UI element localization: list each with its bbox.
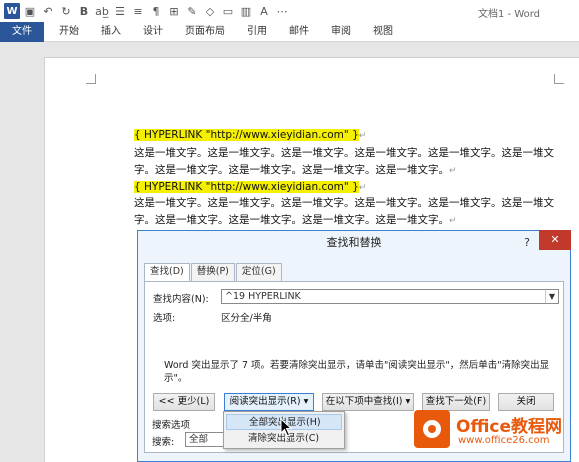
tab-find[interactable]: 查找(D) bbox=[144, 263, 190, 282]
customize-icon[interactable]: ⋯ bbox=[274, 3, 290, 19]
tab-goto[interactable]: 定位(G) bbox=[235, 263, 282, 281]
quick-access-toolbar: W ▣ ↶ ↻ B ab̲ ☰ ≡ ¶ ⊞ ✎ ◇ ▭ ▥ A ⋯ bbox=[4, 3, 290, 19]
undo-icon[interactable]: ↶ bbox=[40, 3, 56, 19]
mouse-cursor-icon bbox=[280, 418, 293, 437]
redo-icon[interactable]: ↻ bbox=[58, 3, 74, 19]
paragraph-mark: ↵ bbox=[449, 216, 457, 226]
dialog-title: 查找和替换 bbox=[138, 231, 570, 255]
tab-layout[interactable]: 页面布局 bbox=[174, 22, 236, 42]
highlight-icon[interactable]: ab̲ bbox=[94, 3, 110, 19]
find-in-button[interactable]: 在以下项中查找(I) ▾ bbox=[322, 393, 414, 411]
chevron-down-icon[interactable]: ▼ bbox=[545, 290, 558, 303]
options-label: 选项: bbox=[153, 313, 176, 324]
font-size-icon[interactable]: A bbox=[256, 3, 272, 19]
reading-highlight-button[interactable]: 阅读突出显示(R) ▾ bbox=[224, 393, 314, 411]
field-code: { HYPERLINK "http://www.xieyidian.com" } bbox=[134, 181, 359, 193]
search-value: 全部 bbox=[189, 434, 209, 445]
help-button[interactable]: ? bbox=[524, 236, 530, 249]
save-icon[interactable]: ▣ bbox=[22, 3, 38, 19]
status-message: Word 突出显示了 7 项。若要清除突出显示，请单击"阅读突出显示"，然后单击… bbox=[164, 360, 550, 384]
paragraph-mark: ↵ bbox=[358, 183, 367, 193]
paragraph-icon[interactable]: ¶ bbox=[148, 3, 164, 19]
close-icon[interactable]: ✕ bbox=[539, 230, 571, 250]
title-bar: W ▣ ↶ ↻ B ab̲ ☰ ≡ ¶ ⊞ ✎ ◇ ▭ ▥ A ⋯ 文档1 - … bbox=[0, 0, 579, 22]
tab-design[interactable]: 设计 bbox=[132, 22, 174, 42]
tab-replace[interactable]: 替换(P) bbox=[190, 263, 235, 281]
brand-name: Office教程网 bbox=[456, 417, 563, 437]
watermark-logo: Office教程网 www.office26.com bbox=[414, 402, 574, 458]
dialog-tabs: 查找(D) 替换(P) 定位(G) bbox=[144, 263, 283, 282]
margin-mark-left bbox=[86, 74, 96, 84]
find-input[interactable]: ^19 HYPERLINK ▼ bbox=[221, 289, 559, 304]
table-icon[interactable]: ⊞ bbox=[166, 3, 182, 19]
tab-file[interactable]: 文件 bbox=[0, 22, 44, 42]
bold-icon[interactable]: B bbox=[76, 3, 92, 19]
paragraph-mark: ↵ bbox=[358, 131, 367, 141]
tab-home[interactable]: 开始 bbox=[48, 22, 90, 42]
options-value: 区分全/半角 bbox=[221, 313, 272, 324]
word-logo-icon: W bbox=[4, 3, 20, 19]
bullets-icon[interactable]: ☰ bbox=[112, 3, 128, 19]
field-code-line[interactable]: { HYPERLINK "http://www.xieyidian.com" }… bbox=[134, 127, 366, 144]
window-title: 文档1 - Word bbox=[478, 9, 541, 20]
chart-icon[interactable]: ▥ bbox=[238, 3, 254, 19]
less-button[interactable]: << 更少(L) bbox=[153, 393, 215, 411]
ribbon-tabs: 文件 开始 插入 设计 页面布局 引用 邮件 审阅 视图 bbox=[0, 22, 579, 42]
numbering-icon[interactable]: ≡ bbox=[130, 3, 146, 19]
text-run: 字。这是一堆文字。这是一堆文字。这是一堆文字。这是一堆文字。 bbox=[134, 164, 449, 176]
draw-icon[interactable]: ✎ bbox=[184, 3, 200, 19]
field-code-line[interactable]: { HYPERLINK "http://www.xieyidian.com" }… bbox=[134, 179, 366, 196]
tab-review[interactable]: 审阅 bbox=[320, 22, 362, 42]
paragraph-mark: ↵ bbox=[449, 166, 457, 176]
picture-icon[interactable]: ▭ bbox=[220, 3, 236, 19]
search-label: 搜索: bbox=[152, 437, 175, 448]
find-value: ^19 HYPERLINK bbox=[225, 291, 301, 302]
shapes-icon[interactable]: ◇ bbox=[202, 3, 218, 19]
text-line[interactable]: 字。这是一堆文字。这是一堆文字。这是一堆文字。这是一堆文字。↵ bbox=[134, 212, 457, 229]
tab-view[interactable]: 视图 bbox=[362, 22, 404, 42]
office-logo-icon bbox=[414, 410, 450, 448]
search-options-label: 搜索选项 bbox=[152, 420, 191, 431]
tab-references[interactable]: 引用 bbox=[236, 22, 278, 42]
brand-url: www.office26.com bbox=[458, 435, 550, 446]
text-line[interactable]: 这是一堆文字。这是一堆文字。这是一堆文字。这是一堆文字。这是一堆文字。这是一堆文 bbox=[134, 195, 554, 211]
find-label: 查找内容(N): bbox=[153, 294, 209, 305]
margin-mark-right bbox=[554, 74, 564, 84]
field-code: { HYPERLINK "http://www.xieyidian.com" } bbox=[134, 129, 359, 141]
text-line[interactable]: 这是一堆文字。这是一堆文字。这是一堆文字。这是一堆文字。这是一堆文字。这是一堆文 bbox=[134, 145, 554, 161]
text-line[interactable]: 字。这是一堆文字。这是一堆文字。这是一堆文字。这是一堆文字。↵ bbox=[134, 162, 457, 179]
text-run: 字。这是一堆文字。这是一堆文字。这是一堆文字。这是一堆文字。 bbox=[134, 214, 449, 226]
tab-insert[interactable]: 插入 bbox=[90, 22, 132, 42]
tab-mailings[interactable]: 邮件 bbox=[278, 22, 320, 42]
